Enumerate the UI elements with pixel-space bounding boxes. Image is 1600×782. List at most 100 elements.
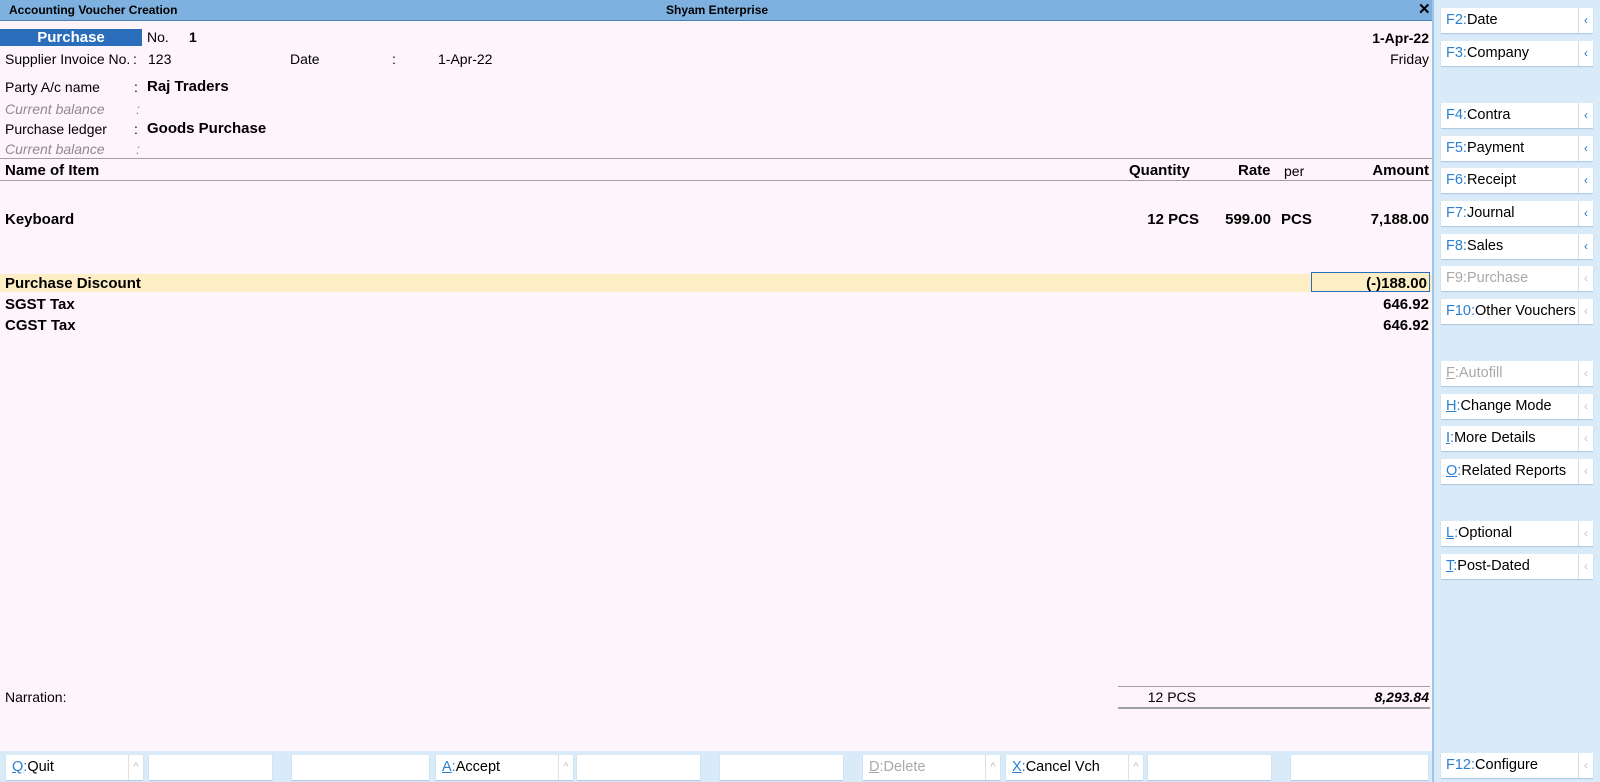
sb-label: Autofill <box>1458 365 1503 381</box>
total-amount: 8,293.84 <box>1374 689 1430 705</box>
purchase-ledger-input[interactable]: Goods Purchase <box>147 120 266 137</box>
accept-key: A <box>442 759 452 775</box>
sb-label: Contra <box>1466 107 1511 123</box>
current-balance-label: Current balance <box>5 101 105 117</box>
sidebar-more-details-button[interactable]: I:More Details ‹ <box>1441 426 1593 451</box>
quit-button[interactable]: Q:Quit ^ <box>6 755 143 780</box>
chevron-left-icon: ‹ <box>1578 299 1593 324</box>
voucher-window: Accounting Voucher Creation Shyam Enterp… <box>0 0 1600 782</box>
party-input[interactable]: Raj Traders <box>147 78 229 95</box>
item-quantity[interactable]: 12 PCS <box>1100 211 1199 228</box>
sb-key: F9 <box>1446 270 1463 286</box>
delete-button[interactable]: D:Delete ^ <box>863 755 1000 780</box>
chevron-left-icon: ‹ <box>1578 41 1593 66</box>
total-quantity: 12 PCS <box>1147 689 1196 705</box>
party-label: Party A/c name <box>5 79 100 95</box>
supplier-invoice-label: Supplier Invoice No. <box>5 51 131 67</box>
sb-label: Receipt <box>1466 172 1517 188</box>
ledger-amount[interactable]: 646.92 <box>1330 296 1429 313</box>
sidebar-change-mode-button[interactable]: H:Change Mode ‹ <box>1441 394 1593 419</box>
sidebar-post-dated-button[interactable]: T:Post-Dated ‹ <box>1441 554 1593 579</box>
sb-key: F6 <box>1446 172 1463 188</box>
sb-label: Other Vouchers <box>1475 303 1576 319</box>
ledger-name[interactable]: Purchase Discount <box>5 275 141 292</box>
bottom-empty-button-8[interactable] <box>1148 755 1271 780</box>
accept-button[interactable]: A:Accept ^ <box>436 755 573 780</box>
bottom-empty-button-9[interactable] <box>1291 755 1428 780</box>
sidebar-journal-button[interactable]: F7:Journal ‹ <box>1441 201 1593 226</box>
cancel-voucher-button[interactable]: X:Cancel Vch ^ <box>1006 755 1143 780</box>
ledger-amount[interactable]: (-)188.00 <box>1311 275 1427 292</box>
chevron-left-icon: ‹ <box>1578 8 1593 33</box>
delete-label: Delete <box>883 759 926 775</box>
ledger-amount[interactable]: 646.92 <box>1330 317 1429 334</box>
sb-label: Optional <box>1458 525 1513 541</box>
sb-label: Company <box>1466 45 1530 61</box>
sidebar-configure-button[interactable]: F12:Configure ‹ <box>1441 753 1593 778</box>
col-header-rate: Rate <box>1238 162 1271 179</box>
chevron-up-icon: ^ <box>128 755 143 780</box>
bottom-empty-button-4[interactable] <box>577 755 700 780</box>
ledger-name[interactable]: CGST Tax <box>5 317 76 334</box>
sidebar-payment-button[interactable]: F5:Payment ‹ <box>1441 136 1593 161</box>
chevron-up-icon: ^ <box>558 755 573 780</box>
ledger-name[interactable]: SGST Tax <box>5 296 75 313</box>
item-per[interactable]: PCS <box>1281 211 1312 228</box>
supplier-date-input[interactable]: 1-Apr-22 <box>438 51 492 67</box>
chevron-up-icon: ^ <box>1128 755 1143 780</box>
voucher-date-right[interactable]: 1-Apr-22 <box>1330 30 1429 46</box>
voucher-no-value: 1 <box>189 29 197 45</box>
chevron-left-icon: ‹ <box>1578 753 1593 778</box>
current-balance-2-colon: : <box>136 141 140 157</box>
header-divider-bottom <box>0 180 1432 181</box>
item-rate[interactable]: 599.00 <box>1200 211 1271 228</box>
col-header-quantity: Quantity <box>1129 162 1190 179</box>
voucher-no-label: No. <box>147 29 169 45</box>
sidebar-date-button[interactable]: F2:Date ‹ <box>1441 8 1593 33</box>
sidebar-company-button[interactable]: F3:Company ‹ <box>1441 41 1593 66</box>
item-amount[interactable]: 7,188.00 <box>1330 211 1429 228</box>
total-divider-bottom <box>1118 707 1430 709</box>
bottom-empty-button-1[interactable] <box>149 755 272 780</box>
chevron-left-icon: ‹ <box>1578 234 1593 259</box>
sidebar-purchase-button[interactable]: F9:Purchase ‹ <box>1441 266 1593 291</box>
sb-key: H <box>1446 398 1457 414</box>
bottom-button-bar: Q:Quit ^ A:Accept ^ D:Delete ^ X:Cancel … <box>0 751 1432 782</box>
sidebar-other-vouchers-button[interactable]: F10:Other Vouchers ‹ <box>1441 299 1593 324</box>
sb-label: Post-Dated <box>1457 558 1530 574</box>
sidebar-autofill-button[interactable]: F:Autofill ‹ <box>1441 361 1593 386</box>
supplier-invoice-colon: : <box>133 51 137 67</box>
sidebar-sales-button[interactable]: F8:Sales ‹ <box>1441 234 1593 259</box>
chevron-left-icon: ‹ <box>1578 554 1593 579</box>
item-name[interactable]: Keyboard <box>5 211 74 228</box>
sb-label: Sales <box>1466 238 1504 254</box>
col-header-amount: Amount <box>1372 162 1429 179</box>
cancel-key: X <box>1012 759 1022 775</box>
sb-key: F8 <box>1446 238 1463 254</box>
sb-key: L <box>1446 525 1455 541</box>
sidebar-contra-button[interactable]: F4:Contra ‹ <box>1441 103 1593 128</box>
supplier-date-label: Date <box>290 51 320 67</box>
sb-key: F7 <box>1446 205 1463 221</box>
party-colon: : <box>134 79 138 95</box>
quit-label: Quit <box>27 759 54 775</box>
quit-key: Q <box>12 759 24 775</box>
close-icon[interactable]: ✕ <box>1418 0 1431 18</box>
sb-key: O <box>1446 463 1458 479</box>
sidebar-receipt-button[interactable]: F6:Receipt ‹ <box>1441 168 1593 193</box>
chevron-up-icon: ^ <box>985 755 1000 780</box>
sb-key: F12 <box>1446 757 1471 773</box>
sb-key: F2 <box>1446 12 1463 28</box>
sidebar-related-reports-button[interactable]: O:Related Reports ‹ <box>1441 459 1593 484</box>
selected-row-highlight <box>0 274 1432 292</box>
cancel-label: Cancel Vch <box>1025 759 1100 775</box>
voucher-form: Purchase No. 1 1-Apr-22 Friday Supplier … <box>0 21 1432 751</box>
window-title: Accounting Voucher Creation <box>9 3 178 17</box>
voucher-type-badge[interactable]: Purchase <box>0 29 142 46</box>
bottom-empty-button-5[interactable] <box>720 755 843 780</box>
sb-key: F <box>1446 365 1455 381</box>
voucher-day-right: Friday <box>1390 51 1429 67</box>
sidebar-optional-button[interactable]: L:Optional ‹ <box>1441 521 1593 546</box>
supplier-invoice-input[interactable]: 123 <box>148 51 171 67</box>
bottom-empty-button-2[interactable] <box>292 755 429 780</box>
